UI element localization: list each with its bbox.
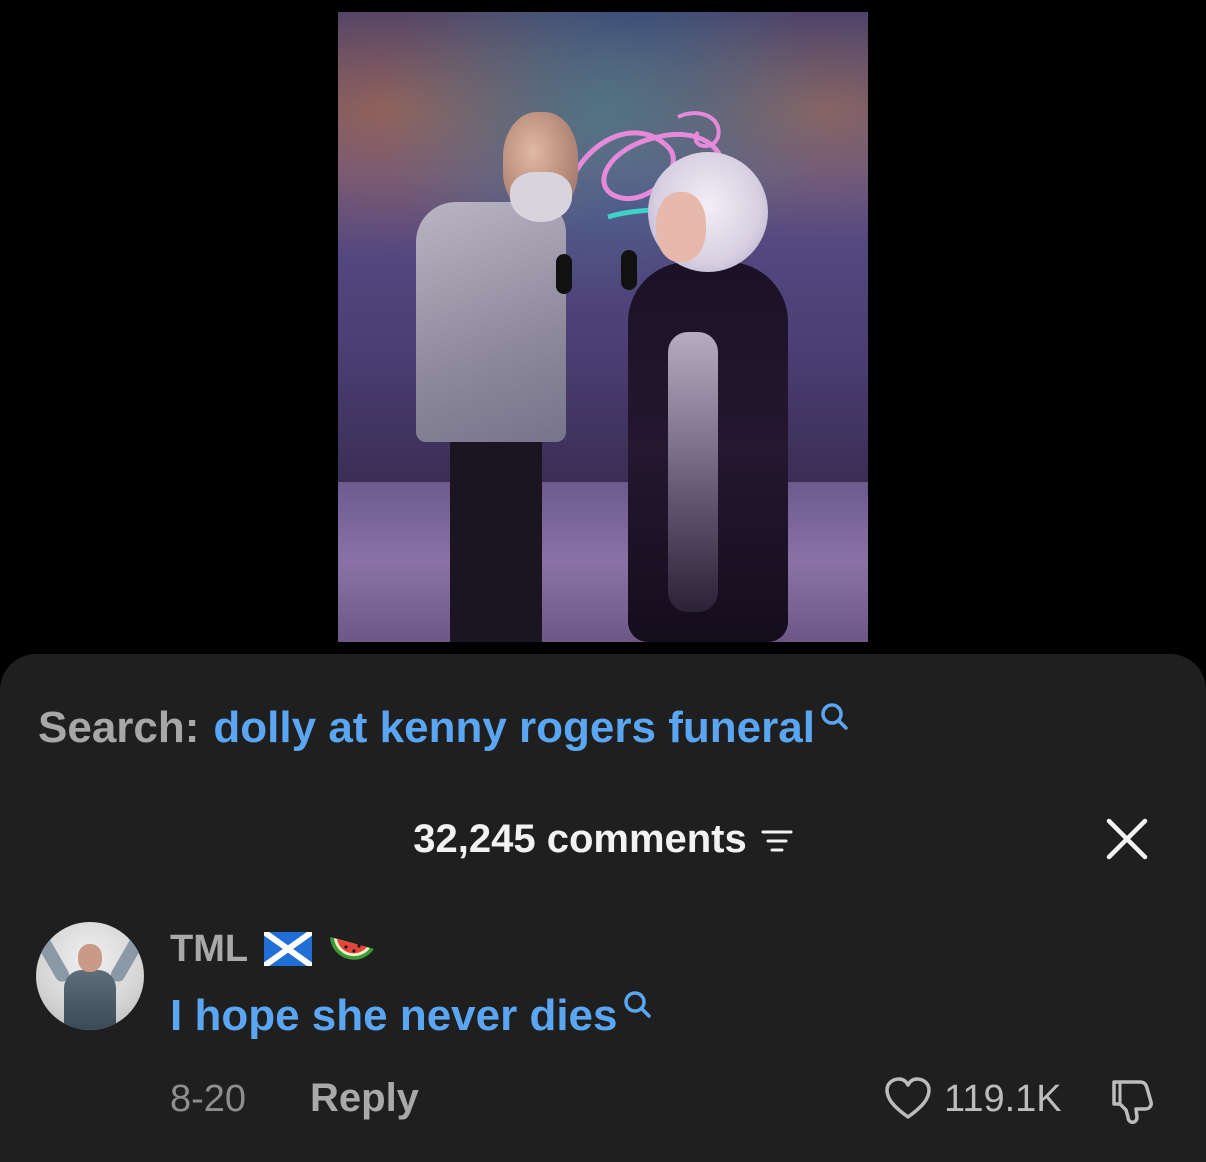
like-count: 119.1K: [944, 1077, 1062, 1120]
stage-floor: [338, 482, 868, 642]
watermelon-icon: [330, 937, 375, 960]
search-suggestion[interactable]: Search: dolly at kenny rogers funeral: [38, 700, 849, 756]
comment-text-link[interactable]: I hope she never dies: [170, 991, 618, 1041]
search-icon: [623, 991, 651, 1018]
search-icon: [821, 703, 848, 730]
scotland-flag-icon: [264, 932, 313, 966]
comment-author-row[interactable]: TML: [170, 924, 378, 974]
close-icon[interactable]: [1104, 816, 1150, 862]
comment-date: 8-20: [170, 1078, 247, 1120]
search-query-link[interactable]: dolly at kenny rogers funeral: [213, 703, 815, 753]
heart-icon: [885, 1077, 931, 1119]
avatar-figure-arm: [108, 933, 144, 985]
video-figure-man-legs: [450, 412, 542, 642]
comment-text[interactable]: I hope she never dies: [170, 988, 652, 1044]
video-player[interactable]: [338, 12, 868, 642]
sort-icon[interactable]: [761, 828, 793, 856]
comments-header[interactable]: 32,245 comments: [0, 812, 1206, 866]
avatar-figure-head: [78, 944, 102, 972]
video-figure-man-beard: [510, 172, 572, 222]
avatar-figure-arm: [36, 933, 72, 985]
comment-username[interactable]: TML: [170, 928, 248, 971]
video-figure-man: [416, 202, 566, 442]
dress-embellishment: [668, 332, 718, 612]
reply-button[interactable]: Reply: [310, 1076, 419, 1121]
microphone-graphic: [556, 254, 572, 294]
dislike-icon[interactable]: [1108, 1074, 1160, 1126]
avatar[interactable]: [36, 922, 144, 1030]
like-button[interactable]: 119.1K: [884, 1074, 1062, 1124]
screen: Search: dolly at kenny rogers funeral 32…: [0, 0, 1206, 1162]
avatar-figure-body: [64, 970, 116, 1030]
search-label: Search:: [38, 703, 200, 752]
microphone-graphic: [621, 250, 637, 290]
comment-count: 32,245 comments: [413, 816, 747, 861]
video-figure-woman-face: [656, 192, 706, 262]
